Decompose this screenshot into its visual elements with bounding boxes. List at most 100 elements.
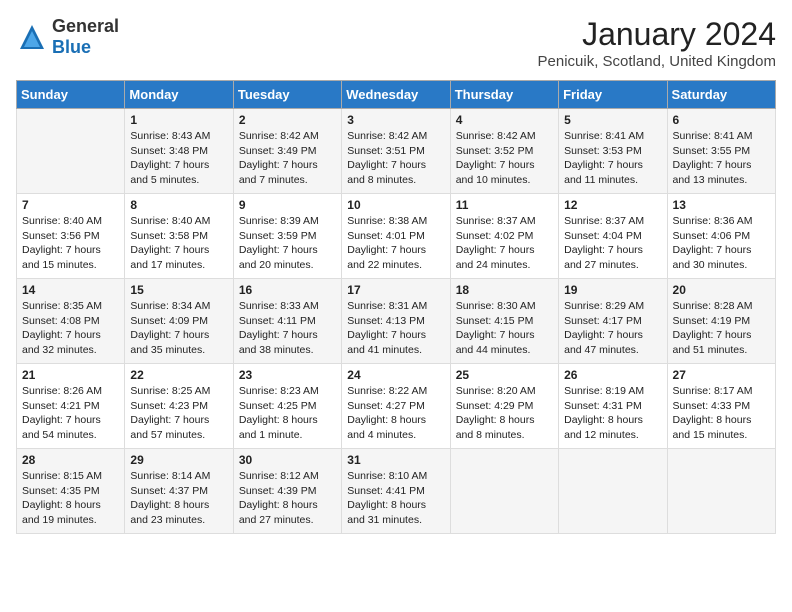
day-info: Sunrise: 8:43 AMSunset: 3:48 PMDaylight:…: [130, 129, 227, 188]
calendar-cell: 23 Sunrise: 8:23 AMSunset: 4:25 PMDayligh…: [233, 364, 341, 449]
day-number: 24: [347, 368, 444, 382]
calendar-header-row: SundayMondayTuesdayWednesdayThursdayFrid…: [17, 81, 776, 109]
calendar-cell: 16 Sunrise: 8:33 AMSunset: 4:11 PMDayligh…: [233, 279, 341, 364]
calendar-cell: 13 Sunrise: 8:36 AMSunset: 4:06 PMDayligh…: [667, 194, 775, 279]
calendar-cell: 3 Sunrise: 8:42 AMSunset: 3:51 PMDaylight…: [342, 109, 450, 194]
header-day-thursday: Thursday: [450, 81, 558, 109]
calendar-cell: 9 Sunrise: 8:39 AMSunset: 3:59 PMDaylight…: [233, 194, 341, 279]
logo-icon: [16, 21, 48, 53]
day-info: Sunrise: 8:37 AMSunset: 4:02 PMDaylight:…: [456, 214, 553, 273]
week-row-3: 14 Sunrise: 8:35 AMSunset: 4:08 PMDayligh…: [17, 279, 776, 364]
day-number: 26: [564, 368, 661, 382]
calendar-cell: 5Sunrise: 8:41 AMSunset: 3:53 PMDaylight…: [559, 109, 667, 194]
day-info: Sunrise: 8:38 AMSunset: 4:01 PMDaylight:…: [347, 214, 444, 273]
day-number: 19: [564, 283, 661, 297]
day-number: 10: [347, 198, 444, 212]
week-row-4: 21Sunrise: 8:26 AMSunset: 4:21 PMDayligh…: [17, 364, 776, 449]
day-number: 30: [239, 453, 336, 467]
day-number: 31: [347, 453, 444, 467]
calendar-cell: 14 Sunrise: 8:35 AMSunset: 4:08 PMDayligh…: [17, 279, 125, 364]
calendar-cell: 19 Sunrise: 8:29 AMSunset: 4:17 PMDayligh…: [559, 279, 667, 364]
calendar-cell: 10 Sunrise: 8:38 AMSunset: 4:01 PMDayligh…: [342, 194, 450, 279]
week-row-2: 7 Sunrise: 8:40 AMSunset: 3:56 PMDaylight…: [17, 194, 776, 279]
day-info: Sunrise: 8:42 AMSunset: 3:51 PMDaylight:…: [347, 129, 444, 188]
day-info: Sunrise: 8:19 AMSunset: 4:31 PMDaylight:…: [564, 384, 661, 443]
calendar-cell: 4 Sunrise: 8:42 AMSunset: 3:52 PMDaylight…: [450, 109, 558, 194]
calendar-cell: 31Sunrise: 8:10 AMSunset: 4:41 PMDayligh…: [342, 449, 450, 534]
calendar-cell: 11 Sunrise: 8:37 AMSunset: 4:02 PMDayligh…: [450, 194, 558, 279]
calendar-cell: 26 Sunrise: 8:19 AMSunset: 4:31 PMDayligh…: [559, 364, 667, 449]
calendar-cell: 20 Sunrise: 8:28 AMSunset: 4:19 PMDayligh…: [667, 279, 775, 364]
day-number: 25: [456, 368, 553, 382]
calendar-cell: 28 Sunrise: 8:15 AMSunset: 4:35 PMDayligh…: [17, 449, 125, 534]
calendar-cell: 29Sunrise: 8:14 AMSunset: 4:37 PMDayligh…: [125, 449, 233, 534]
day-info: Sunrise: 8:37 AMSunset: 4:04 PMDaylight:…: [564, 214, 661, 273]
day-number: 27: [673, 368, 770, 382]
header-day-wednesday: Wednesday: [342, 81, 450, 109]
header-day-monday: Monday: [125, 81, 233, 109]
calendar-table: SundayMondayTuesdayWednesdayThursdayFrid…: [16, 80, 776, 534]
day-info: Sunrise: 8:20 AMSunset: 4:29 PMDaylight:…: [456, 384, 553, 443]
calendar-cell: [667, 449, 775, 534]
calendar-cell: 21Sunrise: 8:26 AMSunset: 4:21 PMDayligh…: [17, 364, 125, 449]
day-number: 12: [564, 198, 661, 212]
day-number: 14: [22, 283, 119, 297]
calendar-cell: 6 Sunrise: 8:41 AMSunset: 3:55 PMDaylight…: [667, 109, 775, 194]
day-number: 22: [130, 368, 227, 382]
header-day-friday: Friday: [559, 81, 667, 109]
day-number: 9: [239, 198, 336, 212]
day-number: 7: [22, 198, 119, 212]
day-info: Sunrise: 8:17 AMSunset: 4:33 PMDaylight:…: [673, 384, 770, 443]
day-number: 28: [22, 453, 119, 467]
day-number: 6: [673, 113, 770, 127]
day-info: Sunrise: 8:41 AMSunset: 3:55 PMDaylight:…: [673, 129, 770, 188]
calendar-cell: 8 Sunrise: 8:40 AMSunset: 3:58 PMDaylight…: [125, 194, 233, 279]
day-number: 4: [456, 113, 553, 127]
day-info: Sunrise: 8:25 AMSunset: 4:23 PMDaylight:…: [130, 384, 227, 443]
day-info: Sunrise: 8:39 AMSunset: 3:59 PMDaylight:…: [239, 214, 336, 273]
day-info: Sunrise: 8:36 AMSunset: 4:06 PMDaylight:…: [673, 214, 770, 273]
day-number: 13: [673, 198, 770, 212]
day-info: Sunrise: 8:42 AMSunset: 3:49 PMDaylight:…: [239, 129, 336, 188]
location-title: Penicuik, Scotland, United Kingdom: [538, 53, 776, 70]
day-number: 5: [564, 113, 661, 127]
calendar-cell: [450, 449, 558, 534]
day-number: 11: [456, 198, 553, 212]
day-info: Sunrise: 8:31 AMSunset: 4:13 PMDaylight:…: [347, 299, 444, 358]
logo-blue: Blue: [52, 37, 91, 57]
day-info: Sunrise: 8:35 AMSunset: 4:08 PMDaylight:…: [22, 299, 119, 358]
day-info: Sunrise: 8:22 AMSunset: 4:27 PMDaylight:…: [347, 384, 444, 443]
day-info: Sunrise: 8:15 AMSunset: 4:35 PMDaylight:…: [22, 469, 119, 528]
day-number: 20: [673, 283, 770, 297]
week-row-1: 1Sunrise: 8:43 AMSunset: 3:48 PMDaylight…: [17, 109, 776, 194]
header-day-sunday: Sunday: [17, 81, 125, 109]
day-info: Sunrise: 8:34 AMSunset: 4:09 PMDaylight:…: [130, 299, 227, 358]
day-number: 3: [347, 113, 444, 127]
day-info: Sunrise: 8:40 AMSunset: 3:58 PMDaylight:…: [130, 214, 227, 273]
day-info: Sunrise: 8:23 AMSunset: 4:25 PMDaylight:…: [239, 384, 336, 443]
day-info: Sunrise: 8:28 AMSunset: 4:19 PMDaylight:…: [673, 299, 770, 358]
day-number: 8: [130, 198, 227, 212]
day-number: 15: [130, 283, 227, 297]
day-info: Sunrise: 8:33 AMSunset: 4:11 PMDaylight:…: [239, 299, 336, 358]
day-number: 29: [130, 453, 227, 467]
day-info: Sunrise: 8:30 AMSunset: 4:15 PMDaylight:…: [456, 299, 553, 358]
title-area: January 2024 Penicuik, Scotland, United …: [538, 16, 776, 70]
day-number: 23: [239, 368, 336, 382]
calendar-cell: 27 Sunrise: 8:17 AMSunset: 4:33 PMDayligh…: [667, 364, 775, 449]
day-number: 16: [239, 283, 336, 297]
calendar-cell: 24 Sunrise: 8:22 AMSunset: 4:27 PMDayligh…: [342, 364, 450, 449]
day-number: 2: [239, 113, 336, 127]
calendar-cell: 2 Sunrise: 8:42 AMSunset: 3:49 PMDaylight…: [233, 109, 341, 194]
calendar-cell: 15 Sunrise: 8:34 AMSunset: 4:09 PMDayligh…: [125, 279, 233, 364]
day-info: Sunrise: 8:29 AMSunset: 4:17 PMDaylight:…: [564, 299, 661, 358]
logo: General Blue: [16, 16, 119, 58]
calendar-cell: 22 Sunrise: 8:25 AMSunset: 4:23 PMDayligh…: [125, 364, 233, 449]
day-number: 18: [456, 283, 553, 297]
month-title: January 2024: [538, 16, 776, 53]
logo-text: General Blue: [52, 16, 119, 58]
calendar-cell: 17Sunrise: 8:31 AMSunset: 4:13 PMDayligh…: [342, 279, 450, 364]
day-info: Sunrise: 8:40 AMSunset: 3:56 PMDaylight:…: [22, 214, 119, 273]
day-info: Sunrise: 8:42 AMSunset: 3:52 PMDaylight:…: [456, 129, 553, 188]
calendar-cell: 30Sunrise: 8:12 AMSunset: 4:39 PMDayligh…: [233, 449, 341, 534]
